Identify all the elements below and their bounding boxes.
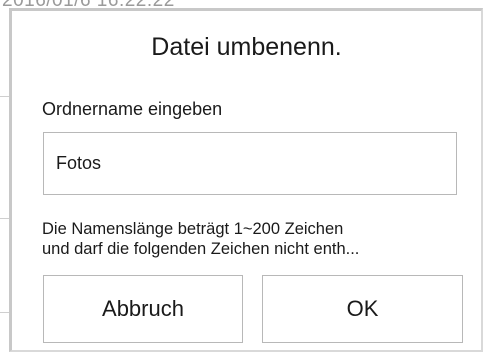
dialog-title: Datei umbenenn. <box>151 33 342 61</box>
ok-button[interactable]: OK <box>262 275 463 343</box>
name-rules-hint: Die Namenslänge beträgt 1~200 Zeichen un… <box>42 219 462 259</box>
folder-name-label: Ordnername eingeben <box>42 99 223 119</box>
hint-line-1: Die Namenslänge beträgt 1~200 Zeichen <box>42 220 344 238</box>
hint-line-2: und darf die folgenden Zeichen nicht ent… <box>42 240 360 258</box>
rename-dialog: Datei umbenenn. Ordnername eingeben Die … <box>9 8 483 352</box>
cancel-button[interactable]: Abbruch <box>43 275 243 343</box>
folder-name-input[interactable] <box>43 132 457 195</box>
